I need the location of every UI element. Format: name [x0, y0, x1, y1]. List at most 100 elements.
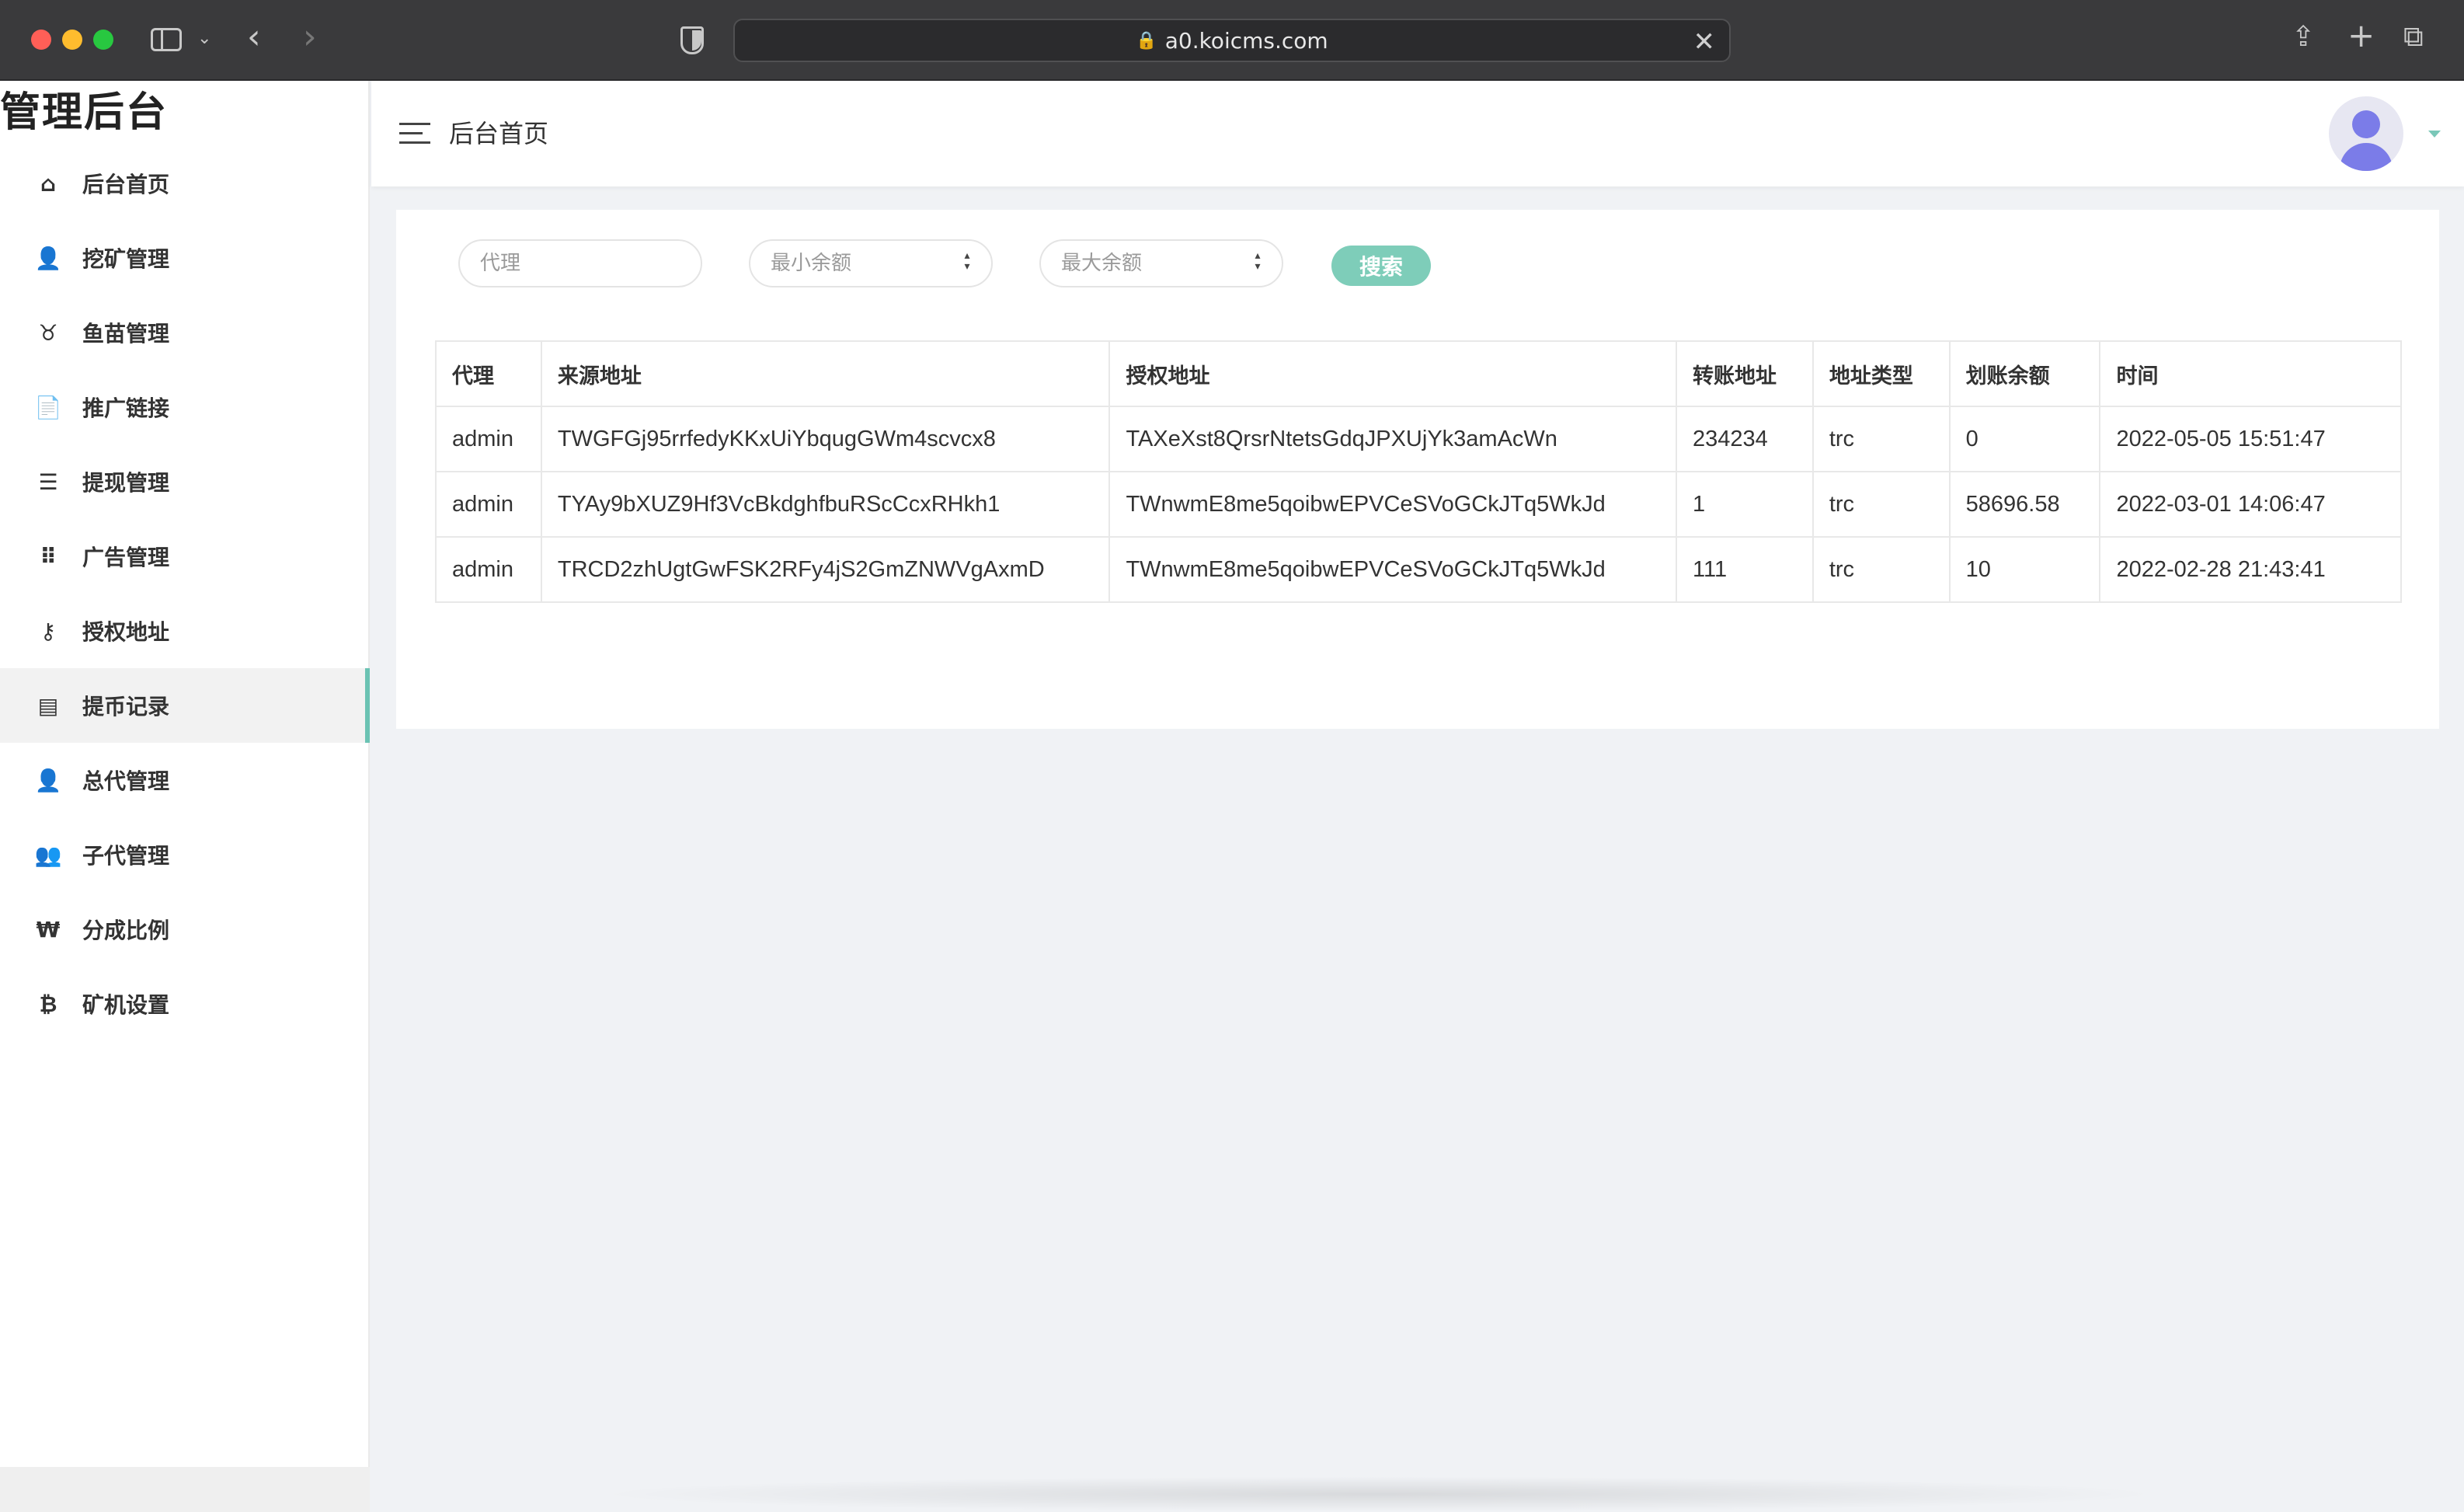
- address-bar[interactable]: 🔒 a0.koicms.com ✕: [733, 19, 1731, 62]
- records-table-wrapper: 代理 来源地址 授权地址 转账地址 地址类型 划账余额 时间 admin TWGFGj95rr…: [435, 340, 2402, 603]
- sidebar-item-1[interactable]: ⌂ 后台首页: [0, 146, 370, 221]
- table-cell: TAXeXst8QrsrNtetsGdqJPXUjYk3amAcWn: [1108, 406, 1677, 472]
- nav-icon: ₩: [36, 916, 61, 942]
- column-header: 授权地址: [1108, 340, 1677, 407]
- column-header: 时间: [2099, 340, 2402, 407]
- table-cell: TWGFGj95rrfedyKKxUiYbqugGWm4scvcx8: [540, 406, 1111, 472]
- table-row: admin TYAy9bXUZ9Hf3VcBkdghfbuRScCcxRHkh1 T…: [435, 471, 2402, 538]
- table-cell: 2022-03-01 14:06:47: [2099, 471, 2402, 538]
- table-cell: 10: [1948, 536, 2101, 603]
- table-cell: 58696.58: [1948, 471, 2101, 538]
- table-cell: trc: [1811, 406, 1951, 472]
- sidebar-item-5[interactable]: ☰ 提现管理: [0, 444, 370, 519]
- column-header: 代理: [435, 340, 542, 407]
- table-cell: TRCD2zhUgtGwFSK2RFy4jS2GmZNWVgAxmD: [540, 536, 1111, 603]
- minimize-window-button[interactable]: [62, 30, 82, 50]
- table-cell: TWnwmE8me5qoibwEPVCeSVoGCkJTq5WkJd: [1108, 536, 1677, 603]
- column-header: 转账地址: [1676, 340, 1814, 407]
- sidebar-footer: [0, 1467, 370, 1512]
- table-cell: 0: [1948, 406, 2101, 472]
- sidebar-nav: ⌂ 后台首页 👤 挖矿管理 ♉ 鱼苗管理 📄 推广链接 ☰ 提现管理 ⠿ 广告管理 ⚷ 授权地址 ▤ 提币记录…: [0, 146, 370, 1041]
- min-balance-input[interactable]: [749, 239, 993, 287]
- brand-title: 管理后台: [0, 89, 169, 136]
- sidebar-item-3[interactable]: ♉ 鱼苗管理: [0, 295, 370, 370]
- max-balance-spinner-icon[interactable]: ▴ ▾: [1252, 250, 1263, 275]
- content-card: ▴▾ ▴▾ 搜索 代理来源地址授权地址转账地址地址类型划账余额时间 adminT…: [396, 210, 2439, 729]
- lock-icon: 🔒: [1136, 30, 1157, 51]
- forward-icon[interactable]: ›: [303, 20, 317, 54]
- sidebar-item-label: 鱼苗管理: [82, 321, 170, 347]
- nav-icon: 👤: [34, 245, 62, 271]
- sidebar-item-label: 提币记录: [82, 694, 170, 719]
- agent-input[interactable]: [458, 239, 702, 287]
- sidebar-item-label: 提现管理: [82, 470, 170, 496]
- browser-toolbar: ⌄ ‹ › 🔒 a0.koicms.com ✕ ⇪ + ⧉: [0, 0, 2464, 81]
- sidebar-item-label: 推广链接: [82, 395, 170, 421]
- chevron-down-icon[interactable]: [2428, 131, 2441, 138]
- sidebar-item-label: 子代管理: [82, 843, 170, 869]
- sidebar-item-9[interactable]: 👤 总代管理: [0, 743, 370, 817]
- sidebar: 管理后台 ⌂ 后台首页 👤 挖矿管理 ♉ 鱼苗管理 📄 推广链接 ☰ 提现管理 ⠿ 广告管理 ⚷ 授权地址…: [0, 81, 370, 1512]
- column-header: 来源地址: [540, 340, 1111, 407]
- table-cell: 1: [1676, 471, 1814, 538]
- table-cell: TYAy9bXUZ9Hf3VcBkdghfbuRScCcxRHkh1: [540, 471, 1111, 538]
- nav-icon: ▤: [37, 692, 59, 719]
- sidebar-item-label: 授权地址: [82, 619, 170, 645]
- table-cell: 111: [1676, 536, 1814, 603]
- nav-icon: ⠿: [40, 543, 57, 570]
- sidebar-item-8[interactable]: ▤ 提币记录: [0, 668, 370, 743]
- sidebar-item-label: 矿机设置: [82, 992, 170, 1018]
- sidebar-item-7[interactable]: ⚷ 授权地址: [0, 594, 370, 668]
- sidebar-item-12[interactable]: ₿ 矿机设置: [0, 967, 370, 1041]
- top-header: 后台首页: [371, 81, 2464, 186]
- sidebar-item-label: 分成比例: [82, 918, 170, 943]
- table-cell: 234234: [1676, 406, 1814, 472]
- column-header: 地址类型: [1811, 340, 1951, 407]
- new-tab-icon[interactable]: +: [2347, 19, 2375, 52]
- column-header: 划账余额: [1948, 340, 2101, 407]
- nav-icon: ⚷: [40, 618, 57, 644]
- table-cell: 2022-05-05 15:51:47: [2099, 406, 2402, 472]
- min-balance-spinner-icon[interactable]: ▴ ▾: [962, 250, 973, 275]
- table-header-row: 代理 来源地址 授权地址 转账地址 地址类型 划账余额 时间: [435, 340, 2402, 407]
- sidebar-item-6[interactable]: ⠿ 广告管理: [0, 519, 370, 594]
- table-row: admin TWGFGj95rrfedyKKxUiYbqugGWm4scvcx8 T…: [435, 406, 2402, 472]
- table-cell: TWnwmE8me5qoibwEPVCeSVoGCkJTq5WkJd: [1108, 471, 1677, 538]
- share-icon[interactable]: ⇪: [2292, 23, 2315, 51]
- sidebar-item-label: 广告管理: [82, 545, 170, 570]
- avatar[interactable]: [2329, 96, 2403, 171]
- sidebar-item-10[interactable]: 👥 子代管理: [0, 817, 370, 892]
- sidebar-toggle-icon[interactable]: [151, 28, 182, 51]
- nav-icon: ♉: [38, 319, 58, 346]
- table-cell: trc: [1811, 471, 1951, 538]
- sidebar-item-label: 总代管理: [82, 768, 170, 794]
- nav-icon: ⌂: [40, 170, 57, 197]
- nav-icon: ₿: [39, 991, 57, 1017]
- clear-url-icon[interactable]: ✕: [1693, 26, 1716, 57]
- nav-icon: 👤: [34, 767, 62, 793]
- records-table: 代理 来源地址 授权地址 转账地址 地址类型 划账余额 时间 admin TWGFGj95rr…: [435, 340, 2402, 603]
- menu-toggle-icon[interactable]: [399, 123, 430, 145]
- table-row: admin TRCD2zhUgtGwFSK2RFy4jS2GmZNWVgAxmD T…: [435, 536, 2402, 603]
- sidebar-item-2[interactable]: 👤 挖矿管理: [0, 221, 370, 295]
- search-button[interactable]: 搜索: [1331, 246, 1431, 286]
- maximize-window-button[interactable]: [93, 30, 113, 50]
- page-title: 后台首页: [449, 119, 549, 148]
- sidebar-item-11[interactable]: ₩ 分成比例: [0, 892, 370, 967]
- nav-icon: 📄: [34, 394, 62, 420]
- privacy-shield-icon[interactable]: [680, 26, 704, 54]
- chevron-down-icon[interactable]: ⌄: [197, 25, 211, 53]
- table-cell: admin: [435, 406, 542, 472]
- table-cell: admin: [435, 471, 542, 538]
- tab-overview-icon[interactable]: ⧉: [2403, 23, 2424, 51]
- max-balance-input[interactable]: [1039, 239, 1283, 287]
- url-text: a0.koicms.com: [1164, 27, 1328, 54]
- table-cell: admin: [435, 536, 542, 603]
- nav-icon: 👥: [34, 841, 62, 868]
- sidebar-item-label: 挖矿管理: [82, 246, 170, 272]
- sidebar-item-4[interactable]: 📄 推广链接: [0, 370, 370, 444]
- table-cell: 2022-02-28 21:43:41: [2099, 536, 2402, 603]
- close-window-button[interactable]: [31, 30, 51, 50]
- nav-icon: ☰: [38, 469, 58, 495]
- back-icon[interactable]: ‹: [247, 20, 261, 54]
